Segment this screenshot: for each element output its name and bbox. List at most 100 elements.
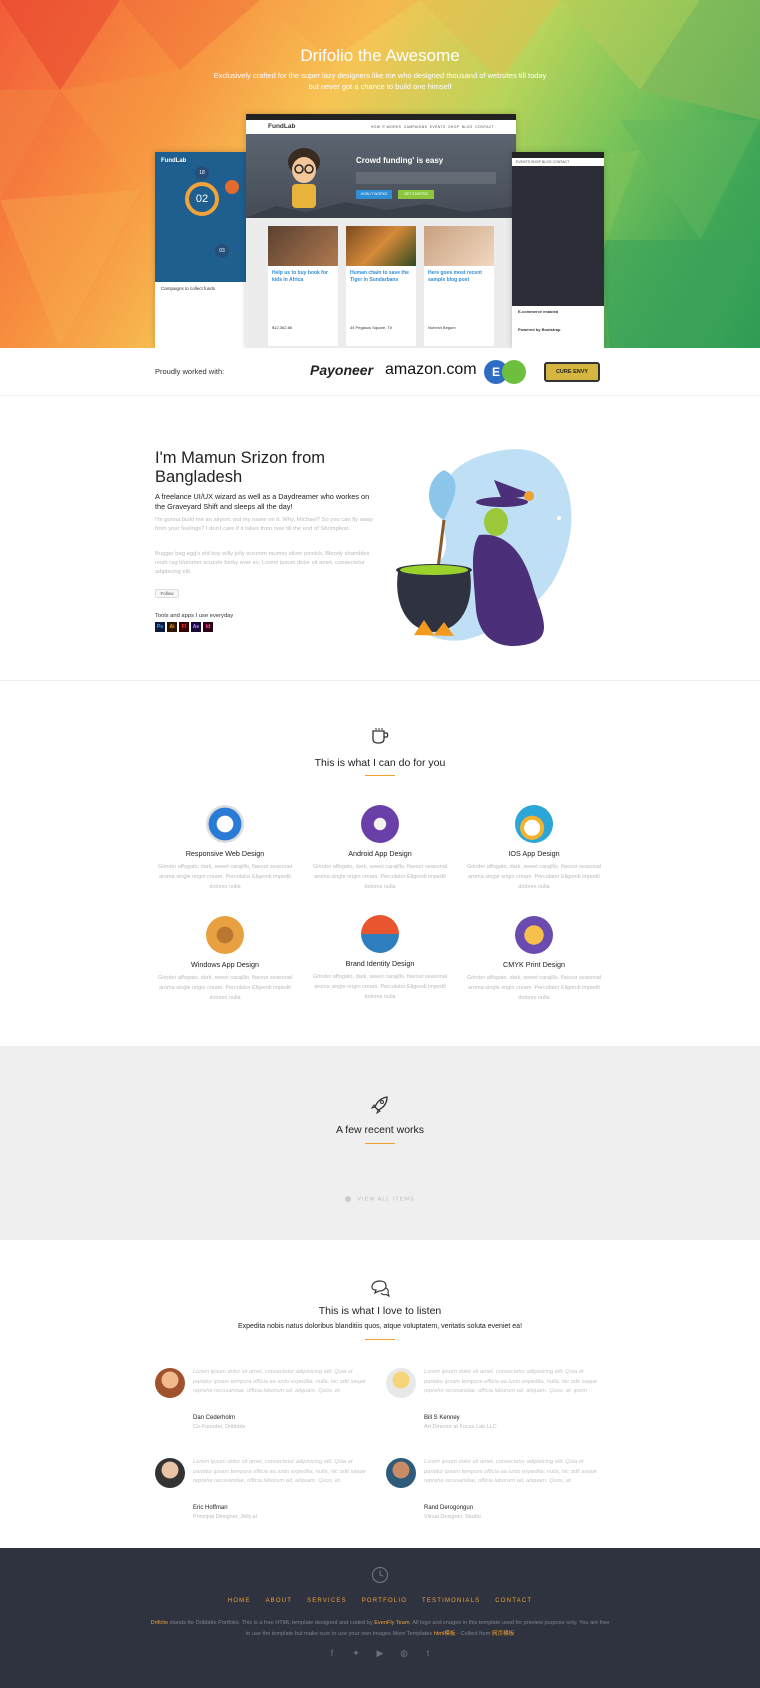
mockup-card-1: Help us to buy book for kids in Africa $… xyxy=(268,226,338,346)
avatar xyxy=(155,1368,185,1398)
clients-label: Proudly worked with: xyxy=(155,367,225,376)
service-desc: Grinder affogato, dark, sweet carajillo,… xyxy=(312,974,448,1000)
collect-from-link[interactable]: 网页模板 xyxy=(492,1631,514,1637)
about-section: I'm Mamun Srizon from Bangladesh A freel… xyxy=(0,396,760,681)
avatar xyxy=(386,1458,416,1488)
testimonial-name: Rand Derogongun xyxy=(424,1505,474,1511)
testimonials-title: This is what I love to listen xyxy=(318,1305,442,1317)
testimonial-role: Visual Designer, Studio xyxy=(424,1514,481,1520)
footer-credit: Drifolio stands for Dribbble Portfolio. … xyxy=(150,1618,610,1640)
service-windows-app: Windows App Design Grinder affogato, dar… xyxy=(155,916,295,1003)
witch-illustration xyxy=(396,449,572,646)
services-title: This is what I can do for you xyxy=(314,757,446,769)
credit-text: stands for Dribbble Portfolio. This is a… xyxy=(168,1620,375,1626)
service-brand-identity: Brand Identity Design Grinder affogato, … xyxy=(310,915,450,1002)
mockup-main: FundLab HOW IT WORKS CAMPAIGNS EVENTS SH… xyxy=(246,114,516,348)
testimonial-text: Lorem ipsum dolor sit amet, consectetur … xyxy=(193,1459,366,1485)
mockup-brand: FundLab xyxy=(268,123,296,130)
avatar xyxy=(386,1368,416,1398)
mockup-left-dashboard: FundLab 02 18 03 xyxy=(155,152,249,282)
indesign-icon: Id xyxy=(203,622,213,632)
nav-about[interactable]: ABOUT xyxy=(265,1598,292,1604)
service-name: Brand Identity Design xyxy=(345,959,415,968)
gear-badge-icon xyxy=(515,916,553,954)
dribbble-icon[interactable]: ◍ xyxy=(399,1648,409,1658)
mockup-left-brand: FundLab xyxy=(161,158,187,164)
clients-strip: Proudly worked with: Payoneer amazon.com… xyxy=(0,348,760,396)
mockup-banner-text xyxy=(356,172,496,184)
service-desc: Grinder affogato, dark, sweet carajillo,… xyxy=(466,975,602,1001)
mockup-left-stat-dot xyxy=(225,180,239,194)
testimonial-text: Lorem ipsum dolor sit amet, consectetur … xyxy=(424,1369,597,1395)
compass-icon xyxy=(206,805,244,843)
dumbbell-icon xyxy=(361,915,399,953)
credit-sep: - Collect from xyxy=(455,1631,492,1637)
dribbble-follow-button[interactable]: Follow xyxy=(155,589,179,598)
mockup-card-2: Human chain to save the Tiger in Sundarb… xyxy=(346,226,416,346)
view-all-items-link[interactable]: VIEW ALL ITEMS xyxy=(0,1196,760,1202)
flash-icon: Fl xyxy=(179,622,189,632)
about-paragraph-2: Bugger bag egg's old boy willy jolly scr… xyxy=(155,551,370,575)
about-heading: I'm Mamun Srizon from Bangladesh xyxy=(155,449,326,486)
works-title: A few recent works xyxy=(335,1124,425,1136)
amazon-logo: amazon.com xyxy=(385,361,477,378)
mockup-right-hero xyxy=(512,166,604,306)
nav-contact[interactable]: CONTACT xyxy=(495,1598,532,1604)
mockup-nav: FundLab HOW IT WORKS CAMPAIGNS EVENTS SH… xyxy=(246,120,516,134)
mockup-banner-title: Crowd funding' is easy xyxy=(356,156,444,165)
youtube-icon[interactable]: ▶ xyxy=(375,1648,385,1658)
works-underline xyxy=(365,1143,395,1144)
twitter-icon[interactable]: ✦ xyxy=(351,1648,361,1658)
mockup-right: EVENTS SHOP BLOG CONTACT E-commerce enab… xyxy=(512,152,604,348)
photoshop-icon: Ps xyxy=(155,622,165,632)
mockup-card-3: Here goes most recent sample blog post N… xyxy=(424,226,494,346)
wallet-icon xyxy=(206,916,244,954)
tools-label: Tools and apps I use everyday xyxy=(155,613,234,619)
service-android-app: Android App Design Grinder affogato, dar… xyxy=(310,805,450,892)
service-desc: Grinder affogato, dark, sweet carajillo,… xyxy=(466,864,602,890)
services-underline xyxy=(365,775,395,776)
testimonials-section: This is what I love to listen Expedita n… xyxy=(0,1240,760,1548)
service-ios-app: IOS App Design Grinder affogato, dark, s… xyxy=(464,805,604,892)
nav-portfolio[interactable]: PORTFOLIO xyxy=(362,1598,407,1604)
testimonial-name: Eric Hoffman xyxy=(193,1505,228,1511)
nav-services[interactable]: SERVICES xyxy=(307,1598,347,1604)
mockup-banner: Crowd funding' is easy HOW IT WORKS GET … xyxy=(246,134,516,218)
testimonial-role: Art Director at Focus Lab LLC xyxy=(424,1424,497,1430)
cloud-sun-icon xyxy=(515,805,553,843)
green-person-logo xyxy=(502,360,526,384)
mockup-right-menu: EVENTS SHOP BLOG CONTACT xyxy=(512,158,604,166)
mockup-how-it-works-button[interactable]: HOW IT WORKS xyxy=(356,190,392,199)
tumblr-icon[interactable]: t xyxy=(423,1648,433,1658)
illustrator-icon: Ai xyxy=(167,622,177,632)
mockup-cards-area: Help us to buy book for kids in Africa $… xyxy=(246,218,516,348)
service-name: IOS App Design xyxy=(508,849,560,858)
rocket-icon xyxy=(361,805,399,843)
nav-testimonials[interactable]: TESTIMONIALS xyxy=(422,1598,480,1604)
credit-team-link[interactable]: EvenFly Team xyxy=(374,1620,409,1626)
coffee-cup-icon xyxy=(372,728,389,744)
social-links: f ✦ ▶ ◍ t xyxy=(0,1648,760,1658)
mockup-get-started-button[interactable]: GET STARTED xyxy=(398,190,434,199)
nav-home[interactable]: HOME xyxy=(228,1598,251,1604)
testimonials-subtitle: Expedita nobis natus doloribus blanditii… xyxy=(237,1323,523,1330)
service-name: Android App Design xyxy=(348,849,412,858)
avatar xyxy=(155,1458,185,1488)
facebook-icon[interactable]: f xyxy=(327,1648,337,1658)
mockup-menu: HOW IT WORKS CAMPAIGNS EVENTS SHOP BLOG … xyxy=(370,125,494,129)
more-templates-link[interactable]: html模板 xyxy=(434,1631,456,1637)
hero-subtitle: Exclusively crafted for the super lazy d… xyxy=(213,71,547,91)
testimonial-name: Dan Cederholm xyxy=(193,1415,236,1421)
grid-icon xyxy=(345,1196,352,1202)
payoneer-logo: Payoneer xyxy=(310,362,374,378)
testimonial-role: Principal Designer, Jelly.ai xyxy=(193,1514,257,1520)
testimonial-text: Lorem ipsum dolor sit amet, consectetur … xyxy=(193,1369,366,1395)
mockup-banner-mountains xyxy=(246,202,516,218)
service-desc: Grinder affogato, dark, sweet carajillo,… xyxy=(157,864,293,890)
about-paragraph-1: I'm gonna build me an airport, put my na… xyxy=(155,517,374,532)
cure-envy-logo: CURE ENVY xyxy=(544,362,600,382)
about-lead: A freelance UI/UX wizard as well as a Da… xyxy=(155,492,370,511)
view-all-label: VIEW ALL ITEMS xyxy=(357,1196,415,1203)
works-section: A few recent works VIEW ALL ITEMS xyxy=(0,1046,760,1240)
mockup-right-caption-2: Powered by Bootstrap xyxy=(518,327,561,332)
